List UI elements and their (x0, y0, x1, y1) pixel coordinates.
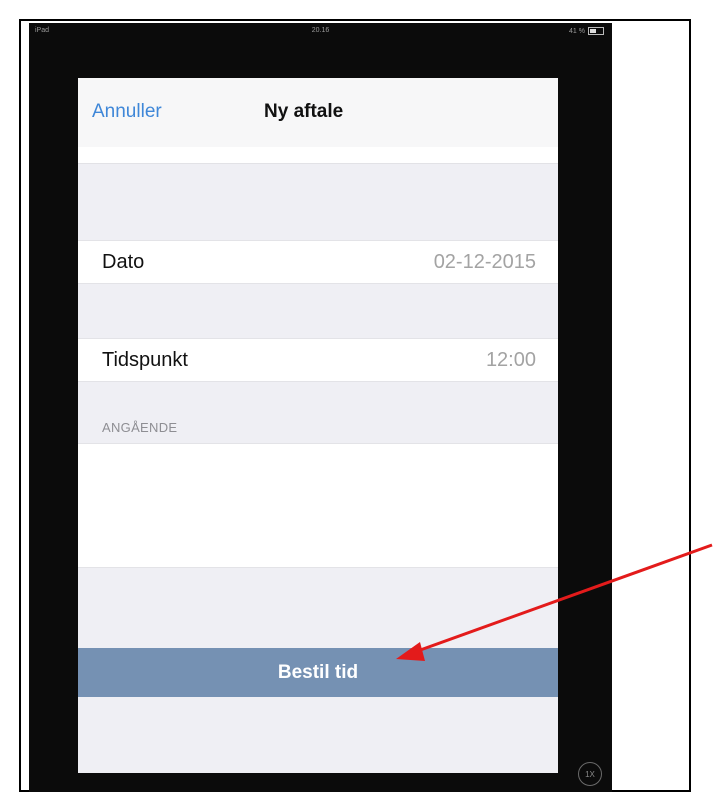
annotation-arrow-icon (396, 543, 713, 661)
